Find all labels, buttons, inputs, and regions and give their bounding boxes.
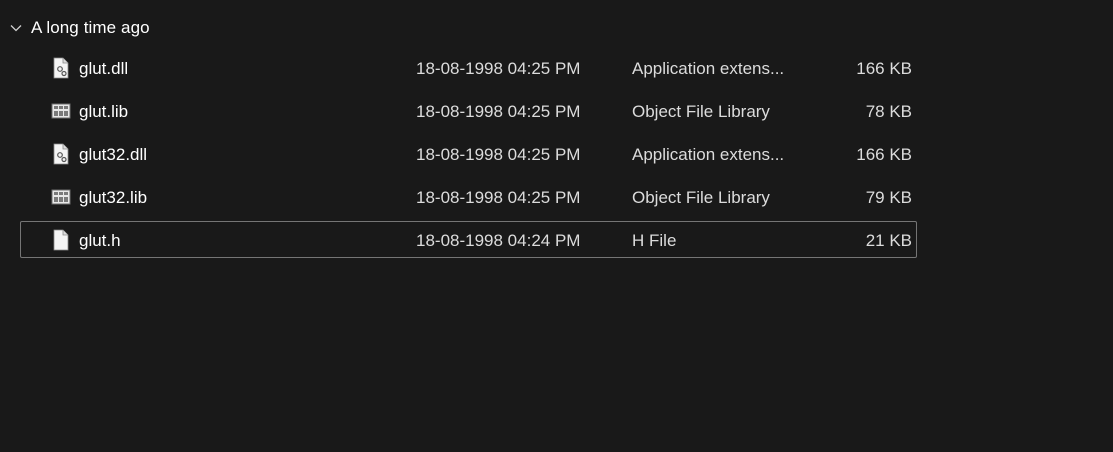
file-date: 18-08-1998 04:24 PM [416, 231, 581, 250]
file-type: Application extens... [632, 145, 785, 164]
file-date: 18-08-1998 04:25 PM [416, 102, 581, 121]
file-size: 78 KB [865, 102, 912, 121]
file-name: glut.dll [79, 59, 129, 78]
group-title: A long time ago [31, 18, 150, 37]
file-size: 166 KB [856, 145, 912, 164]
group-header[interactable]: A long time ago [8, 17, 150, 39]
file-type: Application extens... [632, 59, 785, 78]
file-size: 79 KB [865, 188, 912, 207]
dll-file-icon [51, 143, 71, 165]
file-row[interactable]: glut32.dll 18-08-1998 04:25 PM Applicati… [20, 135, 917, 172]
file-type: Object File Library [632, 188, 770, 207]
file-date: 18-08-1998 04:25 PM [416, 188, 581, 207]
file-type: Object File Library [632, 102, 770, 121]
chevron-down-icon[interactable] [8, 20, 24, 36]
file-type: H File [632, 231, 677, 250]
file-list: glut.dll 18-08-1998 04:25 PM Application… [20, 49, 917, 264]
file-row-selected[interactable]: glut.h 18-08-1998 04:24 PM H File 21 KB [20, 221, 917, 258]
file-row[interactable]: glut32.lib 18-08-1998 04:25 PM Object Fi… [20, 178, 917, 215]
blank-file-icon [51, 229, 71, 251]
file-size: 166 KB [856, 59, 912, 78]
file-size: 21 KB [865, 231, 912, 250]
file-name: glut32.dll [79, 145, 148, 164]
dll-file-icon [51, 57, 71, 79]
library-file-icon [51, 100, 71, 122]
file-date: 18-08-1998 04:25 PM [416, 59, 581, 78]
file-name: glut.h [79, 231, 121, 250]
file-row[interactable]: glut.lib 18-08-1998 04:25 PM Object File… [20, 92, 917, 129]
file-name: glut32.lib [79, 188, 148, 207]
file-row[interactable]: glut.dll 18-08-1998 04:25 PM Application… [20, 49, 917, 86]
file-name: glut.lib [79, 102, 129, 121]
file-date: 18-08-1998 04:25 PM [416, 145, 581, 164]
library-file-icon [51, 186, 71, 208]
